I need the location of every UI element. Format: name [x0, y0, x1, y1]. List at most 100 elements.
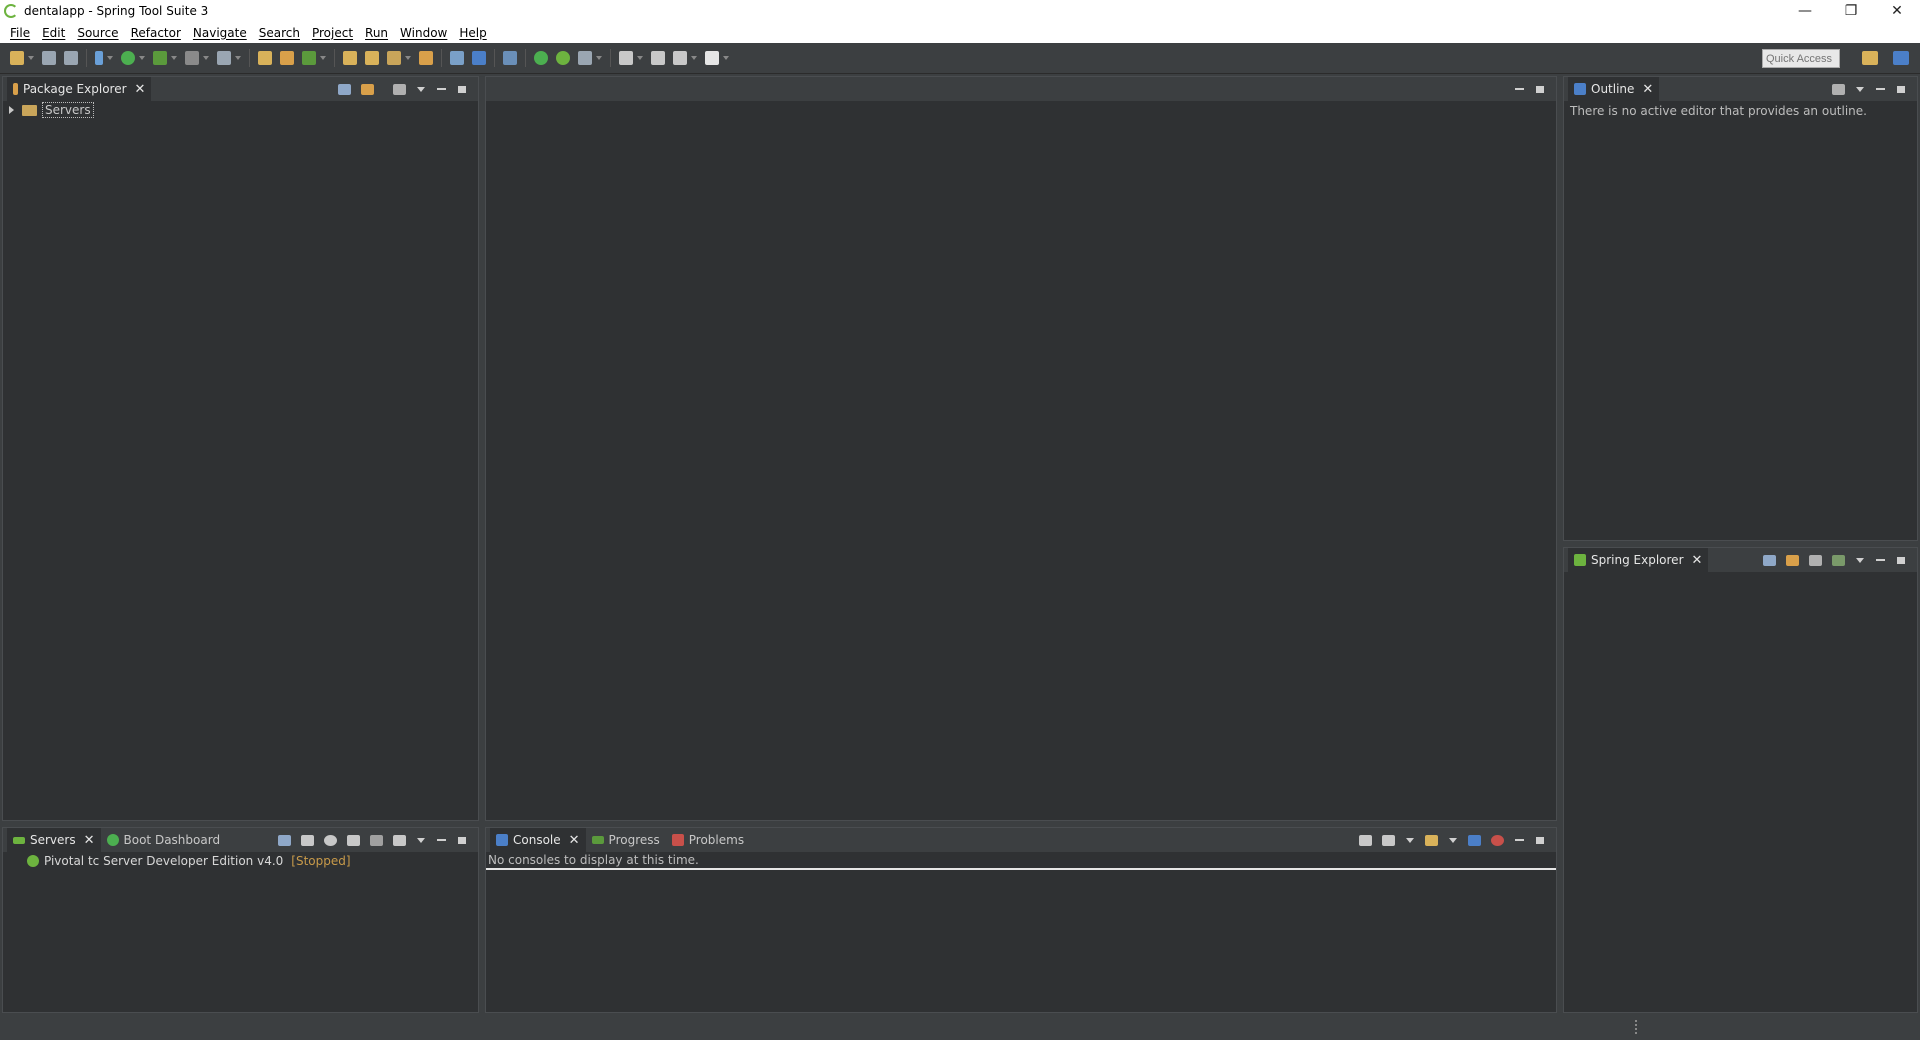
external-tools-dropdown-icon[interactable]: [171, 56, 177, 60]
save-icon[interactable]: [42, 51, 56, 65]
collapse-all-icon[interactable]: [1763, 554, 1776, 566]
terminate-icon[interactable]: [1491, 834, 1504, 846]
forward-dropdown-icon[interactable]: [723, 56, 729, 60]
start-server-icon[interactable]: [324, 834, 337, 846]
maximize-icon[interactable]: [1897, 85, 1905, 93]
filter-icon[interactable]: [393, 83, 406, 95]
quick-access-input[interactable]: [1762, 49, 1840, 68]
debug-server-icon[interactable]: [301, 834, 314, 846]
spring-dashboard-icon[interactable]: [556, 51, 570, 65]
search-dropdown-icon[interactable]: [405, 56, 411, 60]
view-menu-icon[interactable]: [417, 86, 425, 92]
web-browser-icon[interactable]: [450, 51, 464, 65]
run-dropdown-icon[interactable]: [139, 56, 145, 60]
close-icon[interactable]: ✕: [569, 833, 580, 848]
menu-source[interactable]: Source: [71, 26, 124, 40]
stop-server-icon[interactable]: [370, 834, 383, 846]
pin-console-icon[interactable]: [1468, 834, 1481, 846]
external-tools-icon[interactable]: [153, 51, 167, 65]
menu-refactor[interactable]: Refactor: [125, 26, 187, 40]
debug-dropdown-icon[interactable]: [107, 56, 113, 60]
collapse-all-icon[interactable]: [278, 834, 291, 846]
maximize-icon[interactable]: [1897, 556, 1905, 564]
boot-start-icon[interactable]: [534, 51, 548, 65]
new-icon[interactable]: [10, 51, 24, 65]
stop-dropdown-icon[interactable]: [203, 56, 209, 60]
minimize-icon[interactable]: [437, 839, 446, 841]
annotation-icon[interactable]: [578, 51, 592, 65]
expand-arrow-icon[interactable]: [9, 106, 14, 114]
open-perspective-icon[interactable]: [1862, 51, 1878, 65]
tree-item-servers[interactable]: Servers: [3, 101, 478, 119]
menu-window[interactable]: Window: [394, 26, 453, 40]
minimize-icon[interactable]: [1515, 88, 1524, 90]
profile-server-icon[interactable]: [347, 834, 360, 846]
server-row[interactable]: Pivotal tc Server Developer Edition v4.0…: [3, 852, 478, 870]
close-icon[interactable]: ✕: [135, 82, 146, 97]
forward-arrow-icon[interactable]: [705, 51, 719, 65]
spring-perspective-icon[interactable]: [1893, 51, 1909, 65]
close-button[interactable]: ✕: [1874, 0, 1920, 22]
next-annotation-dropdown-icon[interactable]: [637, 56, 643, 60]
restore-button[interactable]: ❐: [1828, 0, 1874, 22]
display-console-icon[interactable]: [1382, 834, 1395, 846]
tab-spring-explorer[interactable]: Spring Explorer ✕: [1568, 548, 1709, 572]
menu-project[interactable]: Project: [306, 26, 359, 40]
maximize-icon[interactable]: [1536, 836, 1544, 844]
new-dropdown-icon[interactable]: [28, 56, 34, 60]
close-icon[interactable]: ✕: [84, 833, 95, 848]
maximize-icon[interactable]: [458, 836, 466, 844]
tab-progress[interactable]: Progress: [586, 828, 666, 852]
console-view-icon[interactable]: [472, 51, 486, 65]
publish-icon[interactable]: [393, 834, 406, 846]
open-console-icon[interactable]: [1425, 834, 1438, 846]
new-package-icon[interactable]: [280, 51, 294, 65]
tab-console[interactable]: Console ✕: [490, 828, 586, 852]
back-arrow-icon[interactable]: [673, 51, 687, 65]
maximize-icon[interactable]: [458, 85, 466, 93]
run-icon[interactable]: [121, 51, 135, 65]
save-all-icon[interactable]: [64, 51, 78, 65]
minimize-icon[interactable]: [437, 88, 446, 90]
display-console-dropdown-icon[interactable]: [1406, 837, 1414, 843]
menu-file[interactable]: File: [4, 26, 36, 40]
minimize-button[interactable]: —: [1782, 0, 1828, 22]
next-annotation-icon[interactable]: [619, 51, 633, 65]
close-icon[interactable]: ✕: [1642, 82, 1653, 97]
minimize-icon[interactable]: [1876, 559, 1885, 561]
view-menu-icon[interactable]: [417, 837, 425, 843]
minimize-icon[interactable]: [1876, 88, 1885, 90]
tab-problems[interactable]: Problems: [666, 828, 750, 852]
group-by-icon[interactable]: [1832, 554, 1845, 566]
last-edit-location-icon[interactable]: [651, 51, 665, 65]
view-menu-icon[interactable]: [1856, 557, 1864, 563]
annotation-dropdown-icon[interactable]: [596, 56, 602, 60]
link-with-editor-icon[interactable]: [1786, 554, 1799, 566]
menu-navigate[interactable]: Navigate: [187, 26, 253, 40]
stop-icon[interactable]: [185, 51, 199, 65]
filter-icon[interactable]: [1832, 83, 1845, 95]
maximize-icon[interactable]: [1536, 85, 1544, 93]
skip-breakpoints-icon[interactable]: [217, 51, 231, 65]
close-icon[interactable]: ✕: [1692, 553, 1703, 568]
open-task-icon[interactable]: [419, 51, 433, 65]
minimize-icon[interactable]: [1515, 839, 1524, 841]
status-grip-icon[interactable]: [1635, 1020, 1637, 1034]
menu-run[interactable]: Run: [359, 26, 394, 40]
tab-boot-dashboard[interactable]: Boot Dashboard: [101, 828, 227, 852]
tab-outline[interactable]: Outline ✕: [1568, 77, 1660, 101]
back-dropdown-icon[interactable]: [691, 56, 697, 60]
filter-icon[interactable]: [1809, 554, 1822, 566]
tab-servers[interactable]: Servers ✕: [7, 828, 101, 852]
menu-search[interactable]: Search: [253, 26, 306, 40]
collapse-all-icon[interactable]: [338, 83, 351, 95]
toggle-breadcrumb-icon[interactable]: [503, 51, 517, 65]
open-type-icon[interactable]: [343, 51, 357, 65]
menu-help[interactable]: Help: [453, 26, 492, 40]
menu-edit[interactable]: Edit: [36, 26, 71, 40]
search-icon[interactable]: [387, 51, 401, 65]
skip-dropdown-icon[interactable]: [235, 56, 241, 60]
open-console-dropdown-icon[interactable]: [1449, 837, 1457, 843]
new-class-icon[interactable]: [302, 51, 316, 65]
debug-icon[interactable]: [95, 51, 103, 65]
